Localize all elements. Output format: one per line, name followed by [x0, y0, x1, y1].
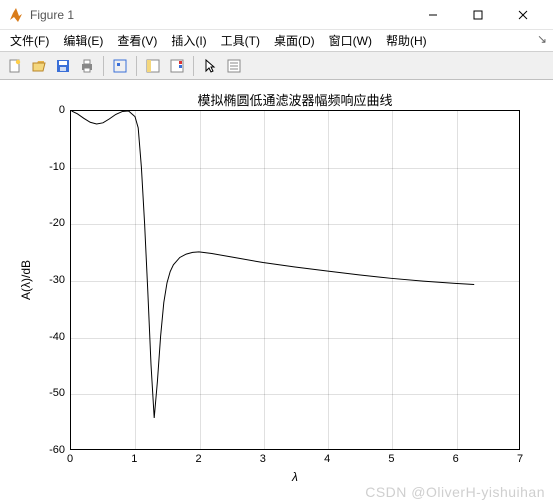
- y-tick-label: -40: [35, 331, 65, 343]
- minimize-button[interactable]: [410, 1, 455, 29]
- x-axis-label: λ: [70, 470, 520, 484]
- grid-line: [264, 111, 265, 449]
- x-tick-label: 7: [517, 453, 523, 465]
- toolbar: [0, 52, 553, 80]
- axes[interactable]: [70, 110, 520, 450]
- close-button[interactable]: [500, 1, 545, 29]
- y-tick-label: -30: [35, 274, 65, 286]
- data-curve: [71, 111, 519, 449]
- link-button[interactable]: [142, 55, 164, 77]
- grid-line: [200, 111, 201, 449]
- y-tick-label: -60: [35, 444, 65, 456]
- y-tick-label: -50: [35, 387, 65, 399]
- menu-desktop[interactable]: 桌面(D): [268, 30, 321, 51]
- pointer-button[interactable]: [199, 55, 221, 77]
- toolbar-separator: [136, 56, 137, 76]
- menu-file[interactable]: 文件(F): [4, 30, 55, 51]
- print-button[interactable]: [76, 55, 98, 77]
- menu-insert[interactable]: 插入(I): [165, 30, 212, 51]
- menu-tools[interactable]: 工具(T): [215, 30, 266, 51]
- x-tick-label: 1: [131, 453, 137, 465]
- open-button[interactable]: [28, 55, 50, 77]
- matlab-icon: [8, 7, 24, 23]
- x-tick-label: 6: [453, 453, 459, 465]
- window-title: Figure 1: [30, 8, 410, 22]
- x-tick-label: 4: [324, 453, 330, 465]
- inspect-button[interactable]: [109, 55, 131, 77]
- grid-line: [135, 111, 136, 449]
- y-axis-label: A(λ)/dB: [18, 110, 34, 450]
- grid-line: [71, 338, 519, 339]
- save-button[interactable]: [52, 55, 74, 77]
- grid-line: [71, 394, 519, 395]
- colorbar-button[interactable]: [166, 55, 188, 77]
- menu-view[interactable]: 查看(V): [111, 30, 163, 51]
- y-tick-label: -20: [35, 217, 65, 229]
- maximize-button[interactable]: [455, 1, 500, 29]
- grid-line: [71, 281, 519, 282]
- grid-line: [71, 168, 519, 169]
- y-tick-label: -10: [35, 161, 65, 173]
- new-figure-button[interactable]: [4, 55, 26, 77]
- menu-help[interactable]: 帮助(H): [380, 30, 433, 51]
- chart-title: 模拟椭圆低通滤波器幅频响应曲线: [70, 90, 520, 109]
- x-tick-label: 2: [196, 453, 202, 465]
- toolbar-separator: [103, 56, 104, 76]
- titlebar: Figure 1: [0, 0, 553, 30]
- grid-line: [457, 111, 458, 449]
- grid-line: [328, 111, 329, 449]
- menu-window[interactable]: 窗口(W): [323, 30, 378, 51]
- menu-overflow-icon[interactable]: ↘: [537, 32, 547, 46]
- toolbar-separator: [193, 56, 194, 76]
- y-tick-label: 0: [35, 104, 65, 116]
- properties-button[interactable]: [223, 55, 245, 77]
- plot-area: 模拟椭圆低通滤波器幅频响应曲线 λ A(λ)/dB CSDN @OliverH-…: [0, 80, 553, 504]
- x-tick-label: 0: [67, 453, 73, 465]
- x-tick-label: 3: [260, 453, 266, 465]
- watermark: CSDN @OliverH-yishuihan: [365, 484, 545, 500]
- grid-line: [392, 111, 393, 449]
- grid-line: [71, 224, 519, 225]
- menu-edit[interactable]: 编辑(E): [57, 30, 109, 51]
- x-tick-label: 5: [388, 453, 394, 465]
- menubar: 文件(F) 编辑(E) 查看(V) 插入(I) 工具(T) 桌面(D) 窗口(W…: [0, 30, 553, 52]
